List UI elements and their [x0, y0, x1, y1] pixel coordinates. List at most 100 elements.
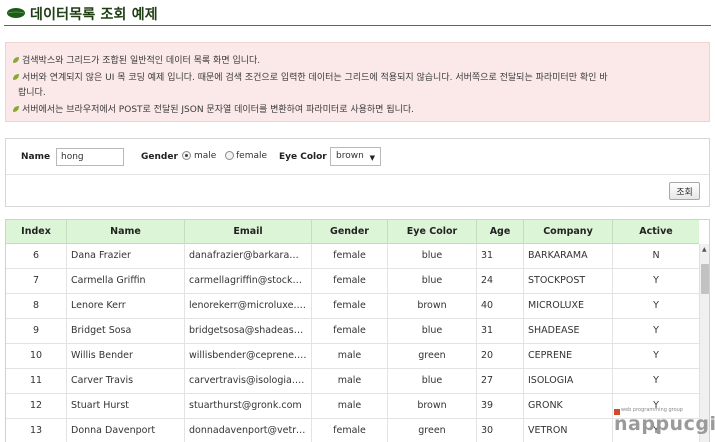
- scrollbar-thumb[interactable]: [701, 264, 709, 294]
- gender-label: Gender: [141, 152, 178, 162]
- cell-email: willisbender@ceprene.c...: [185, 344, 312, 368]
- cell-eye-color: green: [388, 419, 477, 442]
- cell-company: ISOLOGIA: [524, 369, 613, 393]
- cell-age: 31: [477, 319, 524, 343]
- notice-line: 서버와 연계되지 않은 UI 목 코딩 예제 입니다. 때문에 검색 조건으로 …: [12, 70, 608, 83]
- table-row[interactable]: 13 Donna Davenport donnadavenport@vetro.…: [6, 419, 699, 442]
- cell-age: 40: [477, 294, 524, 318]
- cell-gender: female: [312, 294, 388, 318]
- cell-index: 11: [6, 369, 67, 393]
- cell-age: 20: [477, 344, 524, 368]
- column-header-active[interactable]: Active: [613, 220, 699, 244]
- cell-active: N: [652, 250, 660, 261]
- cell-age: 30: [477, 419, 524, 442]
- cell-age: 27: [477, 369, 524, 393]
- notice-box: 검색박스와 그리드가 조합된 일반적인 데이터 목록 화면 입니다. 서버와 연…: [5, 42, 710, 122]
- table-row[interactable]: 12 Stuart Hurst stuarthurst@gronk.com ma…: [6, 394, 699, 419]
- notice-line: 서버에서는 브라우저에서 POST로 전달된 JSON 문자열 데이터를 변환하…: [12, 102, 414, 115]
- page-title: 데이터목록 조회 예제: [30, 7, 158, 23]
- eye-color-select[interactable]: brown ▼: [330, 147, 381, 166]
- gender-male-radio[interactable]: [182, 151, 191, 160]
- eye-color-label: Eye Color: [279, 152, 327, 162]
- table-row[interactable]: 11 Carver Travis carvertravis@isologia.c…: [6, 369, 699, 394]
- cell-active: Y: [653, 275, 659, 286]
- cell-name: Dana Frazier: [67, 244, 185, 268]
- table-row[interactable]: 8 Lenore Kerr lenorekerr@microluxe.c... …: [6, 294, 699, 319]
- cell-index: 13: [6, 419, 67, 442]
- cell-company: CEPRENE: [524, 344, 613, 368]
- cell-email: carvertravis@isologia.co...: [185, 369, 312, 393]
- cell-name: Willis Bender: [67, 344, 185, 368]
- column-header-name[interactable]: Name: [67, 220, 185, 244]
- name-input[interactable]: [56, 148, 124, 166]
- cell-gender: male: [312, 344, 388, 368]
- cell-name: Bridget Sosa: [67, 319, 185, 343]
- cell-email: danafrazier@barkarama...: [185, 244, 312, 268]
- cell-email: carmellagriffin@stockpo...: [185, 269, 312, 293]
- column-header-company[interactable]: Company: [524, 220, 613, 244]
- cell-gender: female: [312, 244, 388, 268]
- cell-company: STOCKPOST: [524, 269, 613, 293]
- leaf-bullet-icon: [13, 57, 19, 63]
- title-divider: [4, 25, 711, 26]
- cell-company: MICROLUXE: [524, 294, 613, 318]
- scroll-up-arrow-icon[interactable]: ▲: [702, 246, 707, 253]
- cell-email: donnadavenport@vetro...: [185, 419, 312, 442]
- cell-active: Y: [653, 375, 659, 386]
- grid-header: Index Name Email Gender Eye Color Age Co…: [6, 220, 699, 244]
- search-button[interactable]: 조회: [669, 182, 700, 200]
- cell-gender: male: [312, 369, 388, 393]
- cell-eye-color: blue: [388, 319, 477, 343]
- cell-age: 31: [477, 244, 524, 268]
- search-panel: Name Gender male female Eye Color brown …: [5, 138, 710, 207]
- column-header-index[interactable]: Index: [6, 220, 67, 244]
- cell-company: GRONK: [524, 394, 613, 418]
- cell-active: Y: [653, 350, 659, 361]
- eye-color-value: brown: [336, 151, 364, 161]
- cell-company: BARKARAMA: [524, 244, 613, 268]
- notice-line-continued: 랍니다.: [18, 88, 46, 98]
- notice-line: 검색박스와 그리드가 조합된 일반적인 데이터 목록 화면 입니다.: [12, 53, 260, 66]
- grid-body: 6 Dana Frazier danafrazier@barkarama... …: [6, 244, 699, 442]
- cell-eye-color: blue: [388, 269, 477, 293]
- cell-eye-color: brown: [388, 294, 477, 318]
- cell-email: bridgetsosa@shadease...: [185, 319, 312, 343]
- cell-age: 24: [477, 269, 524, 293]
- cell-index: 12: [6, 394, 67, 418]
- gender-female-label[interactable]: female: [236, 151, 267, 161]
- cell-email: lenorekerr@microluxe.c...: [185, 294, 312, 318]
- cell-index: 9: [6, 319, 67, 343]
- cell-gender: female: [312, 319, 388, 343]
- cell-index: 7: [6, 269, 67, 293]
- leaf-bullet-icon: [13, 74, 19, 80]
- cell-eye-color: brown: [388, 394, 477, 418]
- cell-gender: female: [312, 269, 388, 293]
- gender-male-label[interactable]: male: [194, 151, 216, 161]
- column-header-age[interactable]: Age: [477, 220, 524, 244]
- cell-gender: male: [312, 394, 388, 418]
- cell-name: Donna Davenport: [67, 419, 185, 442]
- cell-eye-color: blue: [388, 244, 477, 268]
- watermark-logo: web programming group nappucgi: [614, 405, 715, 442]
- name-label: Name: [21, 152, 51, 162]
- column-header-email[interactable]: Email: [185, 220, 312, 244]
- page-header: 데이터목록 조회 예제: [0, 0, 715, 28]
- watermark-text: nappucgi: [614, 413, 715, 435]
- column-header-eye-color[interactable]: Eye Color: [388, 220, 477, 244]
- gender-female-radio[interactable]: [225, 151, 234, 160]
- data-grid: Index Name Email Gender Eye Color Age Co…: [5, 219, 710, 442]
- cell-index: 8: [6, 294, 67, 318]
- cell-name: Carmella Griffin: [67, 269, 185, 293]
- table-row[interactable]: 6 Dana Frazier danafrazier@barkarama... …: [6, 244, 699, 269]
- table-row[interactable]: 7 Carmella Griffin carmellagriffin@stock…: [6, 269, 699, 294]
- cell-eye-color: blue: [388, 369, 477, 393]
- cell-company: VETRON: [524, 419, 613, 442]
- cell-name: Carver Travis: [67, 369, 185, 393]
- dropdown-arrow-icon: ▼: [369, 154, 375, 162]
- table-row[interactable]: 9 Bridget Sosa bridgetsosa@shadease... f…: [6, 319, 699, 344]
- column-header-gender[interactable]: Gender: [312, 220, 388, 244]
- leaf-bullet-icon: [13, 106, 19, 112]
- cell-age: 39: [477, 394, 524, 418]
- cell-active: Y: [653, 325, 659, 336]
- table-row[interactable]: 10 Willis Bender willisbender@ceprene.c.…: [6, 344, 699, 369]
